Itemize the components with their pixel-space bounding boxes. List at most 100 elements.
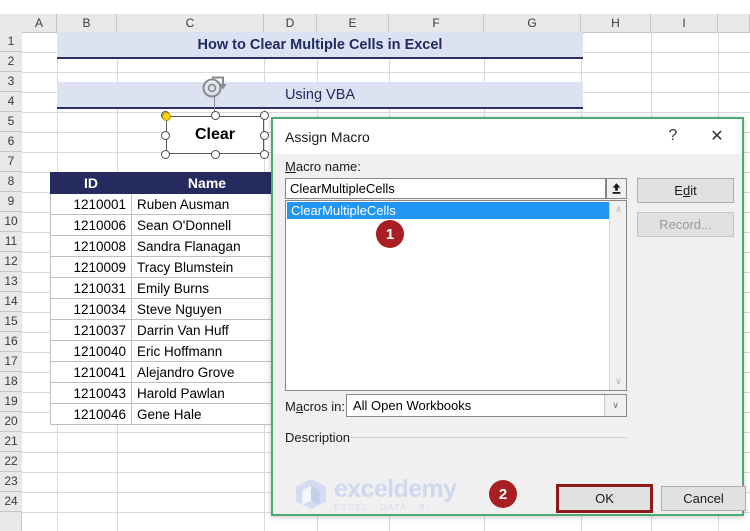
row-header-column[interactable]: 1 2 3 4 5 6 7 8 9 10 11 12 13 14 15 16 17 18 19 20 21 22 23 24 <box>0 32 22 531</box>
cell-id[interactable]: 1210009 <box>50 256 132 278</box>
cell-name[interactable]: Ruben Ausman <box>131 193 283 215</box>
cell-name[interactable]: Tracy Blumstein <box>131 256 283 278</box>
cell-name[interactable]: Alejandro Grove <box>131 361 283 383</box>
row-header-17[interactable]: 17 <box>0 352 22 372</box>
data-table[interactable]: ID Name 1210001 Ruben Ausman 1210006 Sean O… <box>50 172 283 425</box>
cell-id[interactable]: 1210041 <box>50 361 132 383</box>
help-icon[interactable]: ? <box>656 121 690 151</box>
shape-adjust-handle[interactable] <box>162 112 171 121</box>
cell-id[interactable]: 1210001 <box>50 193 132 215</box>
row-header-1[interactable]: 1 <box>0 32 22 52</box>
row-header-12[interactable]: 12 <box>0 252 22 272</box>
row-header-19[interactable]: 19 <box>0 392 22 412</box>
row-header-16[interactable]: 16 <box>0 332 22 352</box>
table-header-name: Name <box>131 172 283 194</box>
row-header-9[interactable]: 9 <box>0 192 22 212</box>
row-header-6[interactable]: 6 <box>0 132 22 152</box>
row-header-2[interactable]: 2 <box>0 52 22 72</box>
row-header-10[interactable]: 10 <box>0 212 22 232</box>
edit-button[interactable]: Edit <box>637 178 734 203</box>
column-header-d[interactable]: D <box>264 14 317 32</box>
cell-name[interactable]: Emily Burns <box>131 277 283 299</box>
close-icon[interactable]: ✕ <box>700 121 734 151</box>
cancel-button[interactable]: Cancel <box>661 486 746 511</box>
chevron-down-icon[interactable]: ∨ <box>604 395 626 416</box>
column-header-row[interactable]: ABCDEFGHI <box>0 14 750 33</box>
shape-handle-top-center[interactable] <box>210 111 220 120</box>
column-header-g[interactable]: G <box>484 14 581 32</box>
shape-handle-middle-left[interactable] <box>161 130 170 140</box>
column-header-i[interactable]: I <box>651 14 718 32</box>
shape-handle-bottom-left[interactable] <box>161 150 170 159</box>
macro-list-scrollbar[interactable]: ∧ ∨ <box>609 201 626 390</box>
macro-name-spin-button[interactable] <box>606 178 627 199</box>
table-row[interactable]: 1210006 Sean O'Donnell <box>50 214 283 236</box>
macro-name-input[interactable] <box>285 178 606 199</box>
shape-handle-middle-right[interactable] <box>260 130 269 140</box>
row-header-18[interactable]: 18 <box>0 372 22 392</box>
cell-name[interactable]: Sean O'Donnell <box>131 214 283 236</box>
table-row[interactable]: 1210008 Sandra Flanagan <box>50 235 283 257</box>
table-row[interactable]: 1210009 Tracy Blumstein <box>50 256 283 278</box>
ok-button-label: OK <box>595 491 614 506</box>
cell-id[interactable]: 1210037 <box>50 319 132 341</box>
macro-list-box[interactable]: ClearMultipleCells ∧ ∨ <box>285 200 627 391</box>
column-header-a[interactable]: A <box>22 14 57 32</box>
row-header-8[interactable]: 8 <box>0 172 22 192</box>
row-header-15[interactable]: 15 <box>0 312 22 332</box>
macros-in-dropdown[interactable]: All Open Workbooks ∨ <box>346 394 627 417</box>
row-header-24[interactable]: 24 <box>0 492 22 512</box>
row-header-22[interactable]: 22 <box>0 452 22 472</box>
shape-handle-bottom-center[interactable] <box>210 150 220 159</box>
cell-name[interactable]: Gene Hale <box>131 403 283 425</box>
cell-name[interactable]: Eric Hoffmann <box>131 340 283 362</box>
cell-name[interactable]: Sandra Flanagan <box>131 235 283 257</box>
shape-handle-top-right[interactable] <box>260 111 269 120</box>
cell-id[interactable]: 1210006 <box>50 214 132 236</box>
row-header-11[interactable]: 11 <box>0 232 22 252</box>
table-row[interactable]: 1210034 Steve Nguyen <box>50 298 283 320</box>
cell-id[interactable]: 1210034 <box>50 298 132 320</box>
column-header-f[interactable]: F <box>389 14 484 32</box>
cell-id[interactable]: 1210046 <box>50 403 132 425</box>
cell-name[interactable]: Darrin Van Huff <box>131 319 283 341</box>
table-row[interactable]: 1210037 Darrin Van Huff <box>50 319 283 341</box>
table-row[interactable]: 1210031 Emily Burns <box>50 277 283 299</box>
cell-name[interactable]: Harold Pawlan <box>131 382 283 404</box>
dialog-title-bar[interactable]: Assign Macro ? ✕ <box>273 119 742 154</box>
row-header-14[interactable]: 14 <box>0 292 22 312</box>
cell-id[interactable]: 1210031 <box>50 277 132 299</box>
row-header-5[interactable]: 5 <box>0 112 22 132</box>
row-header-4[interactable]: 4 <box>0 92 22 112</box>
column-header-partial[interactable] <box>718 14 750 32</box>
cell-id[interactable]: 1210008 <box>50 235 132 257</box>
column-header-b[interactable]: B <box>57 14 117 32</box>
column-header-h[interactable]: H <box>581 14 651 32</box>
table-row[interactable]: 1210001 Ruben Ausman <box>50 193 283 215</box>
column-header-c[interactable]: C <box>117 14 264 32</box>
row-header-23[interactable]: 23 <box>0 472 22 492</box>
scroll-up-icon[interactable]: ∧ <box>610 201 627 218</box>
cell-id[interactable]: 1210043 <box>50 382 132 404</box>
table-row[interactable]: 1210040 Eric Hoffmann <box>50 340 283 362</box>
row-header-21[interactable]: 21 <box>0 432 22 452</box>
clear-button-shape[interactable]: Clear <box>166 116 264 154</box>
table-row[interactable]: 1210046 Gene Hale <box>50 403 283 425</box>
table-row[interactable]: 1210043 Harold Pawlan <box>50 382 283 404</box>
macro-list-item-selected[interactable]: ClearMultipleCells <box>287 202 609 219</box>
cell-id[interactable]: 1210040 <box>50 340 132 362</box>
assign-macro-dialog[interactable]: Assign Macro ? ✕ Macro name: ClearMultip… <box>271 117 746 516</box>
row-header-20[interactable]: 20 <box>0 412 22 432</box>
row-header-7[interactable]: 7 <box>0 152 22 172</box>
column-header-e[interactable]: E <box>317 14 389 32</box>
row-header-3[interactable]: 3 <box>0 72 22 92</box>
table-row[interactable]: 1210041 Alejandro Grove <box>50 361 283 383</box>
shape-handle-bottom-right[interactable] <box>260 150 269 159</box>
clear-shape-selection[interactable]: Clear <box>161 76 269 159</box>
ok-button[interactable]: OK <box>556 484 653 513</box>
macro-name-label: Macro name: <box>285 159 361 174</box>
scroll-down-icon[interactable]: ∨ <box>610 373 627 390</box>
rotate-handle-icon[interactable] <box>201 76 227 100</box>
row-header-13[interactable]: 13 <box>0 272 22 292</box>
cell-name[interactable]: Steve Nguyen <box>131 298 283 320</box>
